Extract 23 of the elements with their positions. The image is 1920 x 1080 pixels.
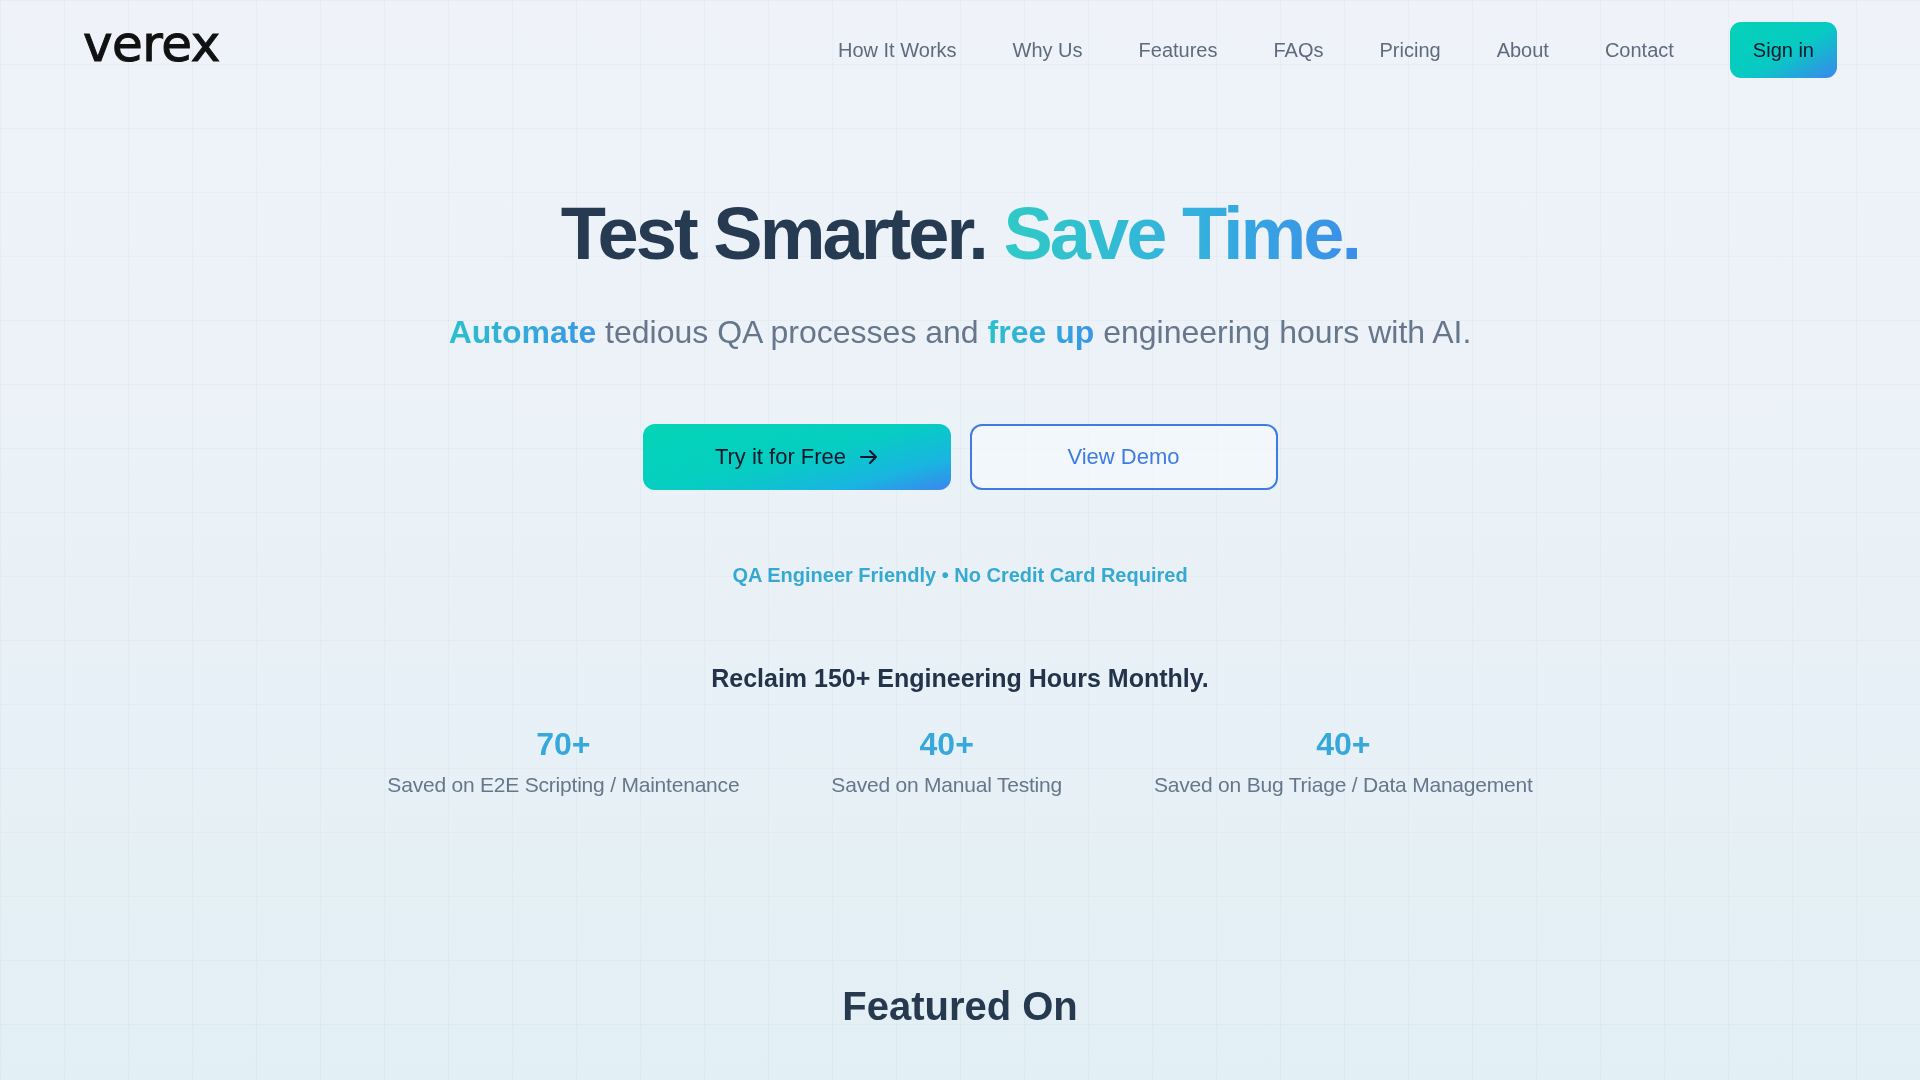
view-demo-button[interactable]: View Demo bbox=[969, 424, 1278, 490]
tagline: QA Engineer Friendly • No Credit Card Required bbox=[732, 563, 1188, 588]
nav-link[interactable]: About bbox=[1496, 38, 1549, 62]
stats-title: Reclaim 150+ Engineering Hours Monthly. bbox=[711, 663, 1209, 694]
nav-link[interactable]: Why Us bbox=[1012, 38, 1083, 62]
hero-headline: Test Smarter. Save Time. bbox=[560, 193, 1360, 275]
nav-link[interactable]: FAQs bbox=[1273, 38, 1324, 62]
try-free-button[interactable]: Try it for Free bbox=[642, 424, 951, 490]
stat-value: 70+ bbox=[536, 725, 591, 765]
arrow-right-icon bbox=[860, 449, 879, 465]
nav-link[interactable]: How It Works bbox=[838, 38, 957, 62]
featured-title: Featured On bbox=[842, 983, 1078, 1031]
stat-value: 40+ bbox=[919, 725, 974, 765]
stat-value: 40+ bbox=[1316, 725, 1371, 765]
nav-link[interactable]: Contact bbox=[1604, 38, 1674, 62]
nav-link[interactable]: Pricing bbox=[1379, 38, 1441, 62]
stat-label: Saved on E2E Scripting / Maintenance bbox=[387, 772, 740, 799]
stat-label: Saved on Bug Triage / Data Management bbox=[1154, 772, 1533, 799]
nav-link[interactable]: Features bbox=[1138, 38, 1218, 62]
logo[interactable]: verex bbox=[83, 19, 220, 69]
hero-subtitle: Automate tedious QA processes and free up engineering hours with AI. bbox=[448, 313, 1472, 353]
sign-in-button[interactable]: Sign in bbox=[1729, 22, 1837, 78]
stat-label: Saved on Manual Testing bbox=[831, 772, 1062, 799]
